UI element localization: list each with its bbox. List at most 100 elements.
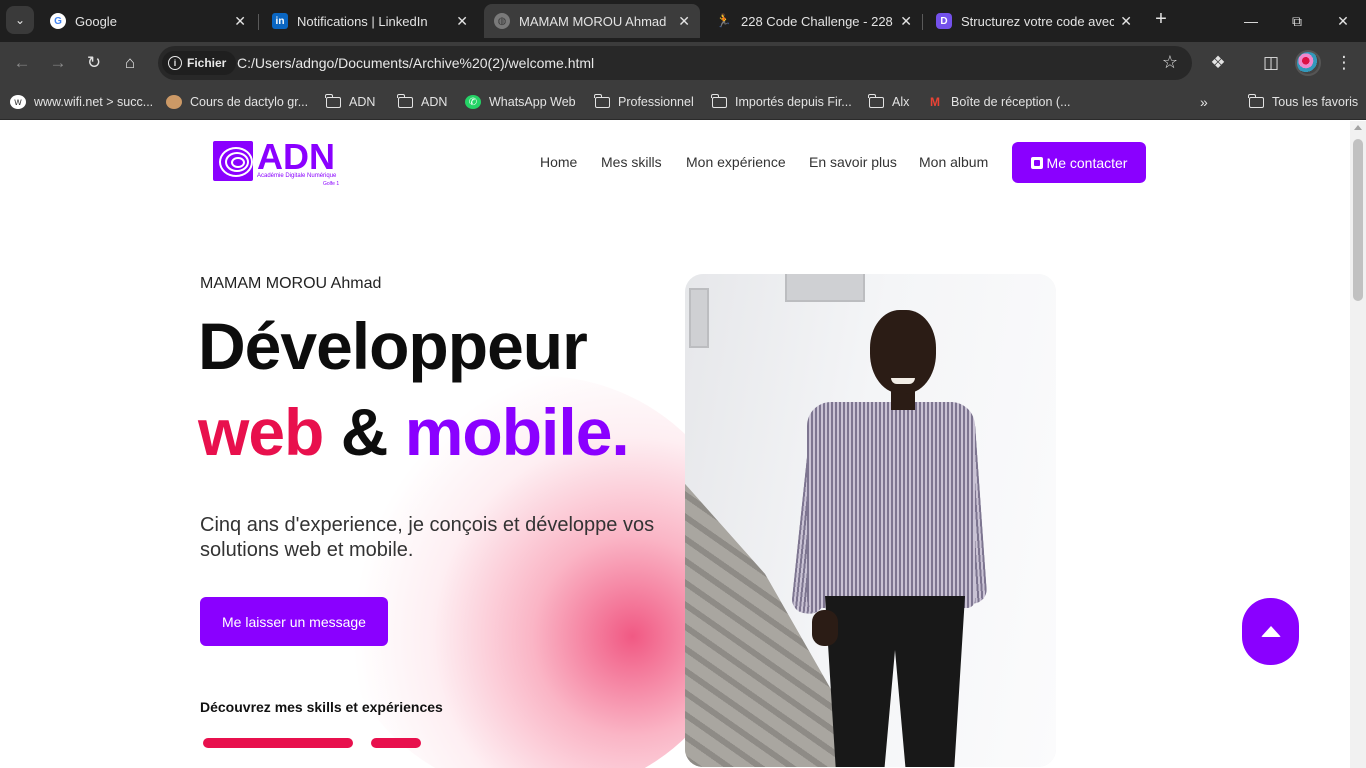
close-tab-icon[interactable]: ✕ bbox=[234, 13, 246, 30]
hero-name: MAMAM MOROU Ahmad bbox=[200, 275, 382, 292]
gmail-icon: M bbox=[930, 95, 940, 109]
nav-about[interactable]: En savoir plus bbox=[809, 154, 897, 170]
forward-arrow-icon[interactable]: → bbox=[45, 50, 71, 76]
extensions-puzzle-icon[interactable]: ❖ bbox=[1205, 50, 1231, 76]
adn-logo[interactable]: ADN Académie Digitale Numérique Golfe 1 bbox=[213, 136, 345, 187]
bookmark-star-icon[interactable]: ☆ bbox=[1162, 52, 1178, 73]
folder-icon bbox=[711, 93, 727, 109]
bookmark-label: www.wifi.net > succ... bbox=[34, 95, 154, 109]
photo-person-smile bbox=[891, 378, 915, 384]
bookmark-label: Professionnel bbox=[618, 95, 694, 109]
photo-person-hand bbox=[812, 610, 838, 646]
bookmark-label: Boîte de réception (... bbox=[951, 95, 1071, 109]
tab-title: MAMAM MOROU Ahmad bbox=[519, 13, 667, 29]
hero-title-line2: web & mobile. bbox=[198, 399, 630, 465]
hero-description: Cinq ans d'experience, je conçois et dév… bbox=[200, 514, 655, 561]
contact-button-label: Me contacter bbox=[1046, 154, 1128, 171]
bookmark-item[interactable]: ✆ WhatsApp Web bbox=[465, 92, 576, 112]
bookmark-item[interactable]: M Boîte de réception (... bbox=[927, 92, 1071, 112]
bookmark-item[interactable]: Cours de dactylo gr... bbox=[166, 92, 308, 112]
profile-photo bbox=[685, 274, 1056, 767]
tab-title: Google bbox=[75, 13, 117, 29]
url-text[interactable]: C:/Users/adngo/Documents/Archive%20(2)/w… bbox=[237, 55, 594, 71]
home-icon[interactable]: ⌂ bbox=[117, 50, 143, 76]
new-tab-plus-icon[interactable]: + bbox=[1150, 8, 1172, 32]
bookmark-label: ADN bbox=[421, 95, 448, 109]
scheme-label: Fichier bbox=[187, 56, 227, 70]
file-scheme-chip[interactable]: i Fichier bbox=[162, 51, 237, 75]
restore-icon[interactable]: ⧉ bbox=[1274, 0, 1320, 42]
window-close-icon[interactable]: ✕ bbox=[1320, 0, 1366, 42]
logo-wordmark: ADN bbox=[257, 136, 335, 177]
runner-icon: 🏃 bbox=[715, 13, 733, 28]
tab-google[interactable]: G Google ✕ bbox=[40, 4, 256, 38]
nav-album[interactable]: Mon album bbox=[919, 154, 988, 170]
skills-indicator-bar bbox=[371, 738, 421, 748]
hero-word-web: web bbox=[198, 395, 324, 469]
browser-toolbar: ← → ↻ ⌂ i Fichier C:/Users/adngo/Documen… bbox=[0, 42, 1366, 84]
discover-heading: Découvrez mes skills et expériences bbox=[200, 699, 443, 715]
scroll-up-arrow-icon[interactable] bbox=[1354, 125, 1362, 130]
globe-icon: ◍ bbox=[494, 13, 510, 29]
fingerprint-logo-icon bbox=[213, 141, 253, 181]
bookmark-folder[interactable]: Professionnel bbox=[594, 92, 694, 112]
bookmark-folder[interactable]: Importés depuis Fir... bbox=[711, 92, 852, 112]
back-arrow-icon[interactable]: ← bbox=[9, 50, 35, 76]
more-bookmarks-chevron-icon[interactable]: » bbox=[1200, 92, 1208, 112]
address-bar[interactable]: i Fichier C:/Users/adngo/Documents/Archi… bbox=[158, 46, 1192, 80]
bookmark-label: Tous les favoris bbox=[1272, 95, 1359, 109]
bookmark-label: Importés depuis Fir... bbox=[735, 95, 852, 109]
hero-word-mobile: mobile. bbox=[404, 395, 630, 469]
browser-menu-icon[interactable]: ⋮ bbox=[1331, 50, 1357, 76]
tab-title: Notifications | LinkedIn bbox=[297, 13, 428, 29]
bookmark-folder[interactable]: ADN bbox=[397, 92, 447, 112]
close-tab-icon[interactable]: ✕ bbox=[456, 13, 468, 30]
leave-message-button[interactable]: Me laisser un message bbox=[200, 597, 388, 646]
photo-vent bbox=[785, 274, 865, 302]
minimize-icon[interactable]: — bbox=[1228, 0, 1274, 42]
whatsapp-icon: ✆ bbox=[465, 95, 481, 109]
tab-title: 228 Code Challenge - 228 C bbox=[741, 13, 895, 29]
bookmark-label: ADN bbox=[349, 95, 376, 109]
side-panel-icon[interactable]: ◫ bbox=[1258, 50, 1284, 76]
photo-vent bbox=[689, 288, 709, 348]
close-tab-icon[interactable]: ✕ bbox=[900, 13, 912, 30]
all-bookmarks-folder[interactable]: Tous les favoris bbox=[1248, 92, 1358, 112]
skills-indicator-bar bbox=[203, 738, 353, 748]
linkedin-icon: in bbox=[272, 13, 288, 29]
bookmark-label: WhatsApp Web bbox=[489, 95, 576, 109]
bookmark-item[interactable]: w www.wifi.net > succ... bbox=[10, 92, 153, 112]
caret-up-icon bbox=[1260, 626, 1281, 637]
profile-avatar[interactable] bbox=[1295, 50, 1321, 76]
tab-search-chevron-icon[interactable]: ⌄ bbox=[6, 6, 34, 34]
tab-code-challenge[interactable]: 🏃 228 Code Challenge - 228 C ✕ bbox=[706, 4, 922, 38]
close-tab-icon[interactable]: ✕ bbox=[1120, 13, 1132, 30]
phone-icon bbox=[1030, 156, 1043, 169]
photo-person-shirt bbox=[807, 402, 975, 608]
tab-linkedin[interactable]: in Notifications | LinkedIn ✕ bbox=[262, 4, 478, 38]
bookmark-label: Alx bbox=[892, 95, 910, 109]
nav-experience[interactable]: Mon expérience bbox=[686, 154, 786, 170]
folder-icon bbox=[1248, 93, 1264, 109]
tab-portfolio-active[interactable]: ◍ MAMAM MOROU Ahmad ✕ bbox=[484, 4, 700, 38]
page-viewport: ADN Académie Digitale Numérique Golfe 1 … bbox=[0, 121, 1350, 768]
page-scrollbar[interactable] bbox=[1350, 121, 1366, 768]
tab-separator bbox=[258, 14, 259, 30]
close-tab-icon[interactable]: ✕ bbox=[678, 13, 690, 30]
reload-icon[interactable]: ↻ bbox=[81, 50, 107, 76]
tab-separator bbox=[922, 14, 923, 30]
scrollbar-thumb[interactable] bbox=[1353, 139, 1363, 301]
bookmark-label: Cours de dactylo gr... bbox=[190, 95, 309, 109]
hero-title-line1: Développeur bbox=[198, 309, 588, 383]
nav-home[interactable]: Home bbox=[540, 154, 577, 170]
bookmark-folder[interactable]: Alx bbox=[868, 92, 909, 112]
bookmark-folder[interactable]: ADN bbox=[325, 92, 375, 112]
tab-openclassrooms[interactable]: D Structurez votre code avec le ✕ bbox=[926, 4, 1142, 38]
scroll-to-top-button[interactable] bbox=[1242, 598, 1299, 665]
nav-skills[interactable]: Mes skills bbox=[601, 154, 662, 170]
logo-subtitle: Golfe 1 bbox=[323, 181, 340, 187]
wifi-site-icon: w bbox=[10, 95, 26, 109]
folder-icon bbox=[868, 93, 884, 109]
folder-icon bbox=[594, 93, 610, 109]
contact-button[interactable]: Me contacter bbox=[1012, 142, 1146, 183]
